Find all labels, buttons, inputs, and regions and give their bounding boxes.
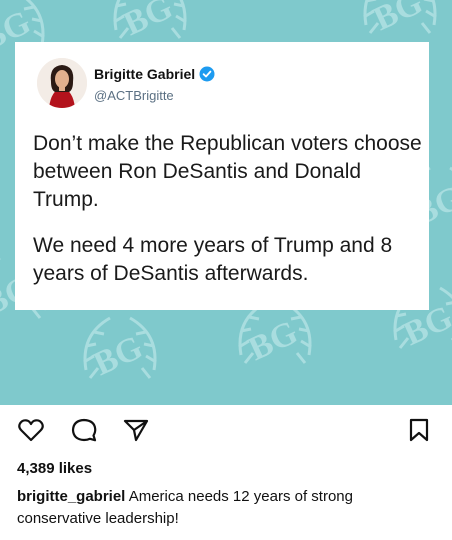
heart-icon[interactable] (18, 418, 44, 447)
tweet-paragraph-1: Don’t make the Republican voters choose … (33, 132, 422, 211)
bookmark-icon[interactable] (408, 418, 430, 447)
display-name-text: Brigitte Gabriel (94, 66, 196, 82)
handle: @ACTBrigitte (94, 88, 174, 103)
display-name: Brigitte Gabriel (94, 66, 215, 85)
tweet-text: Don’t make the Republican voters choose … (33, 130, 423, 306)
avatar-portrait (37, 58, 87, 108)
verified-badge-icon (199, 66, 215, 85)
avatar[interactable] (37, 58, 87, 108)
likes-count[interactable]: 4,389 likes (17, 460, 92, 477)
tweet-card: Brigitte Gabriel @ACTBrigitte Don’t make… (15, 42, 429, 310)
action-bar (0, 405, 452, 455)
caption-username[interactable]: brigitte_gabriel (17, 488, 125, 505)
tweet-paragraph-2: We need 4 more years of Trump and 8 year… (33, 234, 393, 285)
comment-icon[interactable] (71, 418, 97, 447)
caption: brigitte_gabriel America needs 12 years … (17, 486, 437, 530)
post-image: BG Brigitte Gabriel @ACTBrigitte Don’t m… (0, 0, 452, 405)
send-icon[interactable] (123, 418, 149, 447)
